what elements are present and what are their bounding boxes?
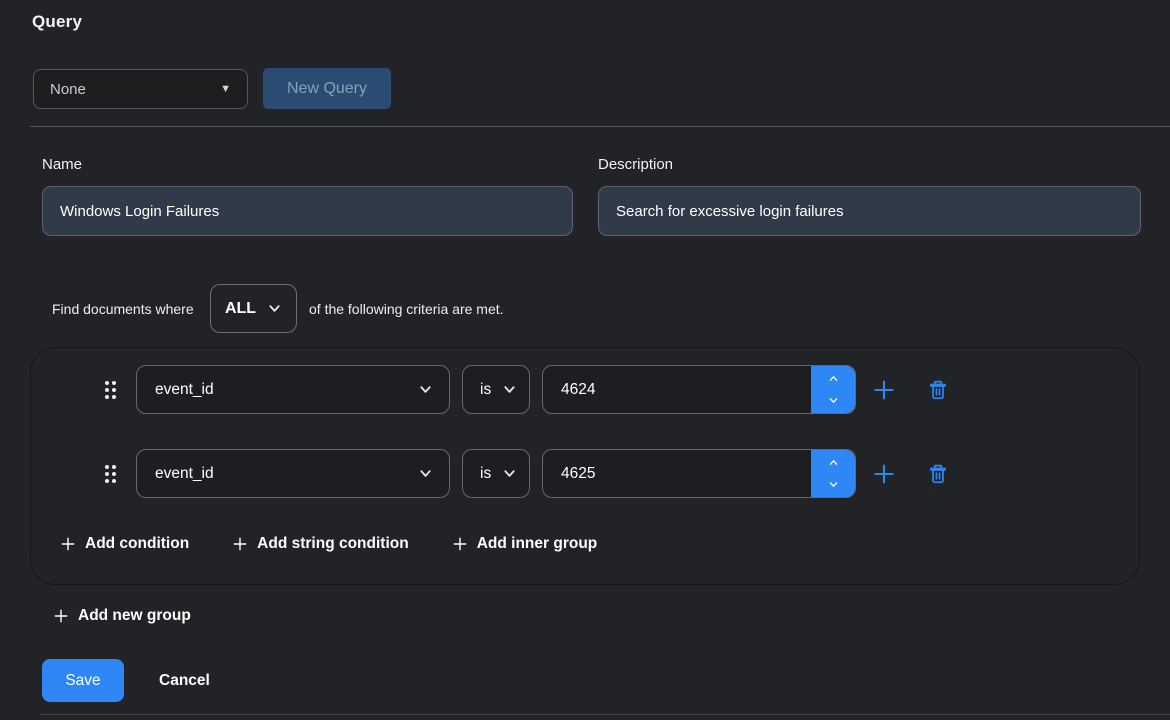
- add-string-condition-button[interactable]: Add string condition: [232, 535, 409, 553]
- value-number-field: [542, 449, 856, 498]
- add-buttons-row: Add condition Add string condition Add i…: [60, 535, 597, 553]
- chevron-down-icon: [418, 382, 433, 397]
- delete-condition-trash-icon[interactable]: [927, 463, 949, 485]
- spinner-up-icon[interactable]: [827, 457, 840, 468]
- plus-icon: [53, 608, 69, 624]
- plus-icon: [232, 536, 248, 552]
- add-new-group-button[interactable]: Add new group: [53, 607, 191, 625]
- top-divider: [30, 126, 1170, 127]
- name-input[interactable]: [42, 186, 573, 236]
- dropdown-arrow-icon: ▼: [220, 84, 231, 95]
- chevron-down-icon: [418, 466, 433, 481]
- spinner-down-icon[interactable]: [827, 479, 840, 490]
- criteria-prefix-text: Find documents where: [52, 301, 194, 317]
- add-condition-plus-icon[interactable]: [872, 378, 896, 402]
- save-button[interactable]: Save: [42, 659, 124, 702]
- operator-select[interactable]: is: [462, 449, 530, 498]
- condition-row: event_id is: [105, 449, 949, 498]
- add-inner-group-label: Add inner group: [477, 535, 598, 553]
- add-string-condition-label: Add string condition: [257, 535, 409, 553]
- field-select-value: event_id: [155, 381, 214, 399]
- drag-handle-icon[interactable]: [105, 381, 116, 399]
- operator-select-value: is: [480, 381, 491, 399]
- value-number-field: [542, 365, 856, 414]
- delete-condition-trash-icon[interactable]: [927, 379, 949, 401]
- name-label: Name: [42, 156, 82, 173]
- add-new-group-label: Add new group: [78, 607, 191, 625]
- number-spinner: [811, 366, 855, 413]
- add-condition-label: Add condition: [85, 535, 189, 553]
- spinner-up-icon[interactable]: [827, 373, 840, 384]
- match-mode-select[interactable]: ALL: [210, 284, 297, 333]
- criteria-suffix-text: of the following criteria are met.: [309, 301, 504, 317]
- description-input[interactable]: [598, 186, 1141, 236]
- saved-query-select[interactable]: None ▼: [33, 69, 248, 109]
- bottom-divider: [40, 714, 1170, 715]
- value-input[interactable]: [543, 366, 801, 413]
- spinner-down-icon[interactable]: [827, 395, 840, 406]
- match-mode-value: ALL: [225, 300, 256, 318]
- chevron-down-icon: [502, 466, 517, 481]
- field-select-value: event_id: [155, 465, 214, 483]
- add-inner-group-button[interactable]: Add inner group: [452, 535, 598, 553]
- condition-row: event_id is: [105, 365, 949, 414]
- cancel-button[interactable]: Cancel: [153, 659, 216, 702]
- new-query-button[interactable]: New Query: [263, 68, 391, 109]
- add-condition-plus-icon[interactable]: [872, 462, 896, 486]
- value-input[interactable]: [543, 450, 801, 497]
- operator-select-value: is: [480, 465, 491, 483]
- field-select[interactable]: event_id: [136, 365, 450, 414]
- page-title: Query: [32, 12, 82, 32]
- plus-icon: [452, 536, 468, 552]
- drag-handle-icon[interactable]: [105, 465, 116, 483]
- chevron-down-icon: [502, 382, 517, 397]
- plus-icon: [60, 536, 76, 552]
- description-label: Description: [598, 156, 673, 173]
- field-select[interactable]: event_id: [136, 449, 450, 498]
- saved-query-selected-value: None: [50, 81, 86, 98]
- chevron-down-icon: [267, 301, 282, 316]
- add-condition-button[interactable]: Add condition: [60, 535, 189, 553]
- operator-select[interactable]: is: [462, 365, 530, 414]
- number-spinner: [811, 450, 855, 497]
